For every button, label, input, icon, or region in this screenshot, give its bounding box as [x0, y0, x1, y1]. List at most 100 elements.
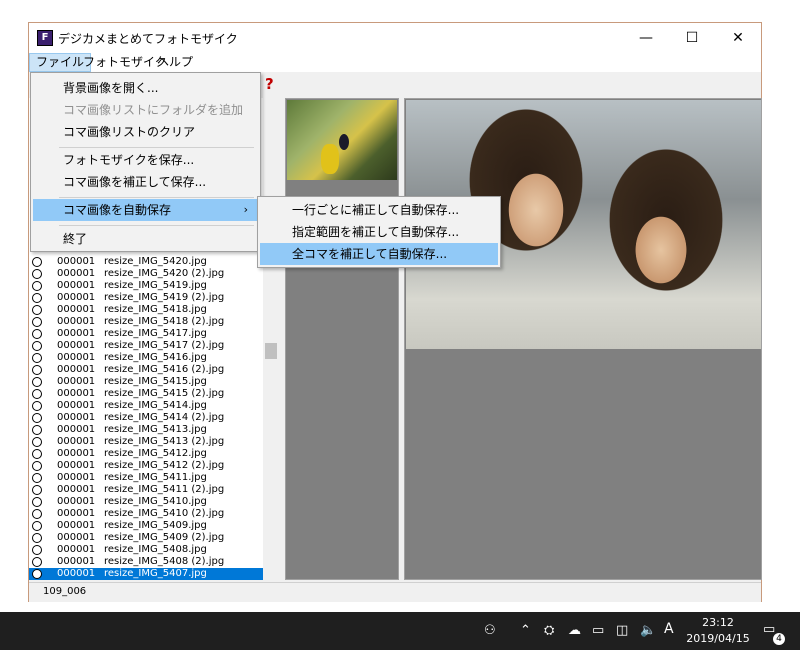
- list-item[interactable]: 000001 resize_IMG_5409 (2).jpg: [29, 532, 263, 544]
- radio-icon[interactable]: [32, 353, 42, 363]
- menu-save-corrected[interactable]: コマ画像を補正して保存...: [33, 171, 258, 193]
- radio-icon[interactable]: [32, 545, 42, 555]
- menu-auto-save[interactable]: コマ画像を自動保存 ›: [33, 199, 258, 221]
- list-item[interactable]: 000001 resize_IMG_5420.jpg: [29, 256, 263, 268]
- radio-icon[interactable]: [32, 341, 42, 351]
- list-item[interactable]: 000001 resize_IMG_5411.jpg: [29, 472, 263, 484]
- radio-icon[interactable]: [32, 389, 42, 399]
- title-bar: F デジカメまとめてフォトモザイク — ☐ ✕: [29, 23, 761, 53]
- radio-icon[interactable]: [32, 329, 42, 339]
- radio-icon[interactable]: [32, 461, 42, 471]
- list-item[interactable]: 000001 resize_IMG_5413 (2).jpg: [29, 436, 263, 448]
- radio-icon[interactable]: [32, 269, 42, 279]
- thumbnail-panel: [285, 98, 399, 580]
- chevron-up-icon[interactable]: ⌃: [520, 623, 531, 638]
- list-item-filename: resize_IMG_5418 (2).jpg: [104, 316, 225, 327]
- list-item-count: 000001: [57, 520, 96, 531]
- radio-icon[interactable]: [32, 557, 42, 567]
- radio-icon[interactable]: [32, 377, 42, 387]
- network-icon[interactable]: ⛭: [544, 623, 554, 638]
- chevron-right-icon: ›: [243, 203, 248, 216]
- list-item[interactable]: 000001 resize_IMG_5417.jpg: [29, 328, 263, 340]
- list-item[interactable]: 000001 resize_IMG_5409.jpg: [29, 520, 263, 532]
- list-item[interactable]: 000001 resize_IMG_5408 (2).jpg: [29, 556, 263, 568]
- radio-icon[interactable]: [32, 281, 42, 291]
- list-item-count: 000001: [57, 544, 96, 555]
- scroll-thumb[interactable]: [265, 343, 277, 359]
- radio-icon[interactable]: [32, 569, 42, 579]
- list-item[interactable]: 000001 resize_IMG_5415.jpg: [29, 376, 263, 388]
- battery-icon[interactable]: ▭: [592, 623, 604, 638]
- radio-icon[interactable]: [32, 533, 42, 543]
- radio-icon[interactable]: [32, 413, 42, 423]
- list-item[interactable]: 000001 resize_IMG_5411 (2).jpg: [29, 484, 263, 496]
- list-item-count: 000001: [57, 532, 96, 543]
- list-item-count: 000001: [57, 436, 96, 447]
- submenu-save-per-row[interactable]: 一行ごとに補正して自動保存...: [260, 199, 498, 221]
- list-item[interactable]: 000001 resize_IMG_5410.jpg: [29, 496, 263, 508]
- list-item-count: 000001: [57, 448, 96, 459]
- radio-icon[interactable]: [32, 293, 42, 303]
- help-icon[interactable]: ?: [265, 75, 274, 93]
- list-item[interactable]: 000001 resize_IMG_5410 (2).jpg: [29, 508, 263, 520]
- list-item-filename: resize_IMG_5412.jpg: [104, 448, 207, 459]
- menu-save-mosaic[interactable]: フォトモザイクを保存...: [33, 149, 258, 171]
- wifi-icon[interactable]: ◫: [616, 623, 628, 638]
- list-item-filename: resize_IMG_5415 (2).jpg: [104, 388, 225, 399]
- radio-icon[interactable]: [32, 257, 42, 267]
- list-item-filename: resize_IMG_5408 (2).jpg: [104, 556, 225, 567]
- ime-indicator[interactable]: A: [664, 621, 674, 637]
- list-item[interactable]: 000001 resize_IMG_5412.jpg: [29, 448, 263, 460]
- list-item-filename: resize_IMG_5410.jpg: [104, 496, 207, 507]
- radio-icon[interactable]: [32, 473, 42, 483]
- list-item[interactable]: 000001 resize_IMG_5416.jpg: [29, 352, 263, 364]
- radio-icon[interactable]: [32, 521, 42, 531]
- list-item[interactable]: 000001 resize_IMG_5420 (2).jpg: [29, 268, 263, 280]
- list-item[interactable]: 000001 resize_IMG_5415 (2).jpg: [29, 388, 263, 400]
- radio-icon[interactable]: [32, 497, 42, 507]
- list-item-filename: resize_IMG_5417.jpg: [104, 328, 207, 339]
- people-icon[interactable]: ⚇: [484, 623, 496, 638]
- list-item[interactable]: 000001 resize_IMG_5418.jpg: [29, 304, 263, 316]
- radio-icon[interactable]: [32, 449, 42, 459]
- list-item[interactable]: 000001 resize_IMG_5413.jpg: [29, 424, 263, 436]
- list-item[interactable]: 000001 resize_IMG_5414.jpg: [29, 400, 263, 412]
- list-item-count: 000001: [57, 352, 96, 363]
- close-button[interactable]: ✕: [715, 23, 761, 53]
- list-item[interactable]: 000001 resize_IMG_5416 (2).jpg: [29, 364, 263, 376]
- menu-help[interactable]: ヘルプ: [151, 53, 199, 72]
- list-item[interactable]: 000001 resize_IMG_5407.jpg: [29, 568, 263, 580]
- list-item[interactable]: 000001 resize_IMG_5419.jpg: [29, 280, 263, 292]
- submenu-save-all[interactable]: 全コマを補正して自動保存...: [260, 243, 498, 265]
- radio-icon[interactable]: [32, 317, 42, 327]
- list-scrollbar[interactable]: [263, 98, 279, 580]
- list-item[interactable]: 000001 resize_IMG_5418 (2).jpg: [29, 316, 263, 328]
- menu-clear-list[interactable]: コマ画像リストのクリア: [33, 121, 258, 143]
- desktop-background: [763, 0, 800, 612]
- radio-icon[interactable]: [32, 509, 42, 519]
- radio-icon[interactable]: [32, 437, 42, 447]
- list-item-filename: resize_IMG_5408.jpg: [104, 544, 207, 555]
- radio-icon[interactable]: [32, 365, 42, 375]
- maximize-button[interactable]: ☐: [669, 23, 715, 53]
- clock[interactable]: 23:12 2019/04/15: [686, 615, 750, 647]
- radio-icon[interactable]: [32, 305, 42, 315]
- list-item[interactable]: 000001 resize_IMG_5408.jpg: [29, 544, 263, 556]
- menu-open-background[interactable]: 背景画像を開く...: [33, 77, 258, 99]
- onedrive-icon[interactable]: ☁: [568, 623, 581, 638]
- minimize-button[interactable]: —: [623, 23, 669, 53]
- menu-add-folder: コマ画像リストにフォルダを追加: [63, 103, 244, 117]
- list-item[interactable]: 000001 resize_IMG_5417 (2).jpg: [29, 340, 263, 352]
- list-item[interactable]: 000001 resize_IMG_5414 (2).jpg: [29, 412, 263, 424]
- menu-exit[interactable]: 終了: [33, 228, 258, 250]
- submenu-save-range[interactable]: 指定範囲を補正して自動保存...: [260, 221, 498, 243]
- list-item-filename: resize_IMG_5409 (2).jpg: [104, 532, 225, 543]
- list-item[interactable]: 000001 resize_IMG_5412 (2).jpg: [29, 460, 263, 472]
- list-item-filename: resize_IMG_5420.jpg: [104, 256, 207, 267]
- radio-icon[interactable]: [32, 425, 42, 435]
- app-icon: F: [37, 30, 53, 46]
- radio-icon[interactable]: [32, 401, 42, 411]
- volume-icon[interactable]: 🔈: [640, 623, 656, 638]
- list-item[interactable]: 000001 resize_IMG_5419 (2).jpg: [29, 292, 263, 304]
- radio-icon[interactable]: [32, 485, 42, 495]
